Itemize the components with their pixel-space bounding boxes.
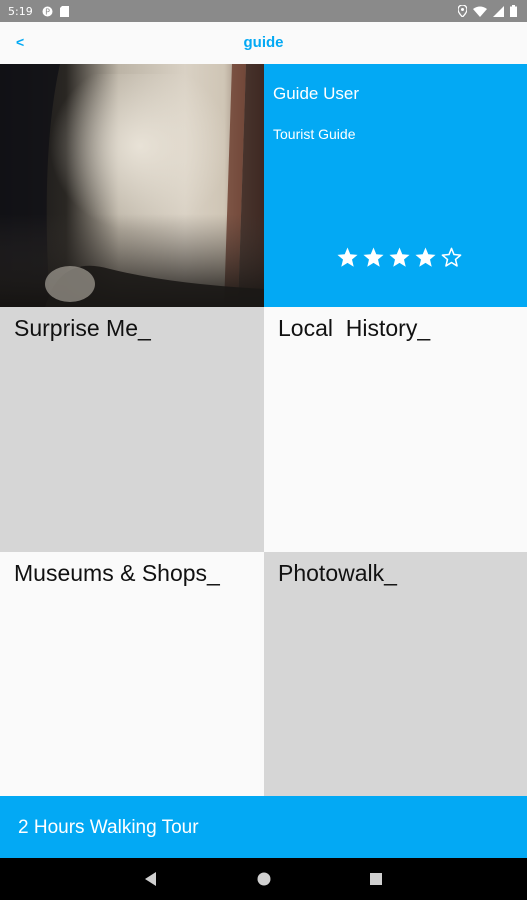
star-empty-icon [441, 247, 462, 267]
guide-profile-photo[interactable] [0, 64, 264, 307]
category-label: Museums & Shops_ [14, 560, 220, 586]
battery-icon [510, 5, 517, 17]
guide-name: Guide User [273, 84, 359, 103]
category-label: Surprise Me_ [14, 315, 151, 341]
category-label: Local History_ [278, 315, 431, 341]
category-label: Photowalk_ [278, 560, 397, 586]
category-tile-local-history[interactable]: Local History_ [264, 307, 527, 552]
app-bar: < guide [0, 22, 527, 64]
sd-card-icon [59, 5, 69, 17]
signal-icon [493, 5, 504, 17]
app-notification-icon: P [42, 6, 53, 16]
status-bar: 5:19 P [0, 0, 527, 22]
recents-square-icon[interactable] [367, 870, 385, 888]
walking-tour-button[interactable]: 2 Hours Walking Tour [0, 796, 527, 858]
category-tile-surprise-me[interactable]: Surprise Me_ [0, 307, 264, 552]
star-filled-icon [337, 247, 358, 267]
location-icon [458, 5, 467, 17]
screen: 5:19 P < guide Guide User Tourist Guide … [0, 0, 527, 900]
page-title: guide [243, 34, 284, 51]
status-time: 5:19 [8, 4, 33, 18]
category-tile-museums-shops[interactable]: Museums & Shops_ [0, 552, 264, 796]
guide-info-panel: Guide User Tourist Guide [264, 64, 527, 307]
rating-stars [336, 246, 463, 269]
star-filled-icon [415, 247, 436, 267]
category-tile-photowalk[interactable]: Photowalk_ [264, 552, 527, 796]
guide-role: Tourist Guide [273, 126, 356, 142]
svg-text:P: P [45, 7, 50, 16]
star-filled-icon [389, 247, 410, 267]
system-nav-bar [0, 858, 527, 900]
back-triangle-icon[interactable] [142, 870, 160, 888]
home-circle-icon[interactable] [255, 870, 273, 888]
wifi-icon [473, 6, 487, 17]
star-filled-icon [363, 247, 384, 267]
walking-tour-label: 2 Hours Walking Tour [18, 817, 199, 838]
